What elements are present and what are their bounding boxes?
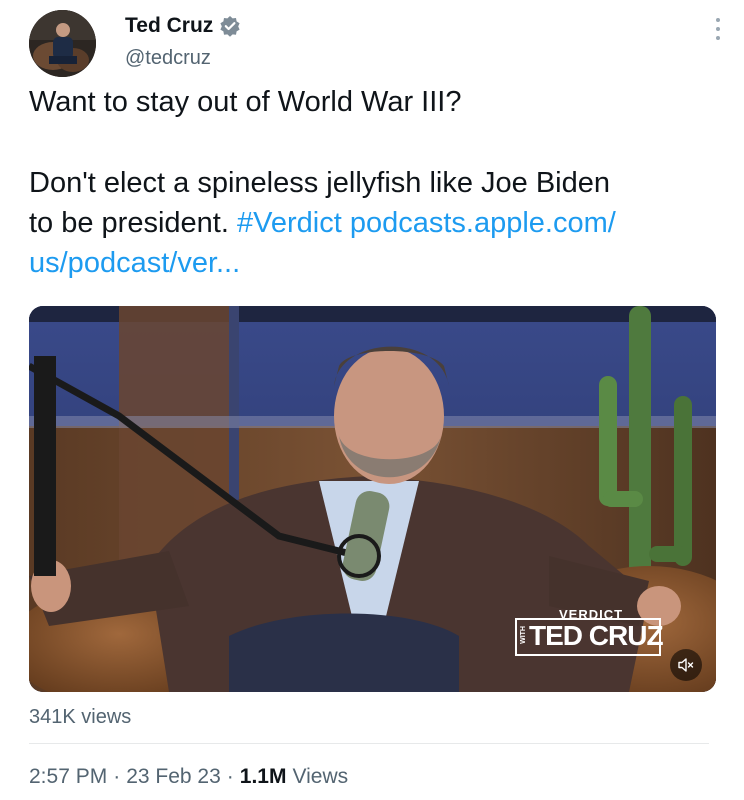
- tweet-text: to be president.: [29, 207, 237, 239]
- tweet-text-line: to be president. #Verdict podcasts.apple…: [29, 203, 616, 243]
- tweet-time[interactable]: 2:57 PM: [29, 765, 107, 789]
- avatar[interactable]: [29, 10, 96, 77]
- more-options-icon[interactable]: [714, 18, 722, 40]
- tweet-meta: 2:57 PM · 23 Feb 23 · 1.1M Views: [29, 765, 348, 789]
- video-player[interactable]: VERDICT WITH TED CRUZ: [29, 306, 716, 692]
- views-label: Views: [292, 765, 349, 788]
- url-link-continued[interactable]: us/podcast/ver...: [29, 247, 240, 279]
- tweet-text-line: us/podcast/ver...: [29, 243, 240, 283]
- display-name[interactable]: Ted Cruz: [125, 14, 213, 38]
- tweet-text-line: Want to stay out of World War III?: [29, 86, 462, 118]
- tweet-date[interactable]: 23 Feb 23: [126, 765, 221, 789]
- video-view-count: 341K views: [29, 706, 132, 728]
- speaker-muted-icon: [678, 658, 694, 672]
- verified-badge-icon: [219, 15, 241, 37]
- divider: [29, 743, 709, 744]
- tweet: Ted Cruz @tedcruz Want to stay out of Wo…: [0, 0, 744, 800]
- logo-with-text: WITH: [520, 626, 527, 644]
- views-count: 1.1M: [239, 765, 287, 788]
- hashtag-link[interactable]: #Verdict: [237, 207, 342, 239]
- tweet-text-line: Don't elect a spineless jellyfish like J…: [29, 167, 611, 199]
- separator: ·: [226, 765, 234, 788]
- separator: ·: [113, 765, 121, 788]
- handle[interactable]: @tedcruz: [125, 47, 211, 70]
- mute-button[interactable]: [670, 649, 702, 681]
- url-link[interactable]: podcasts.apple.com/: [350, 207, 616, 239]
- logo-name-text: TED CRUZ: [529, 620, 664, 651]
